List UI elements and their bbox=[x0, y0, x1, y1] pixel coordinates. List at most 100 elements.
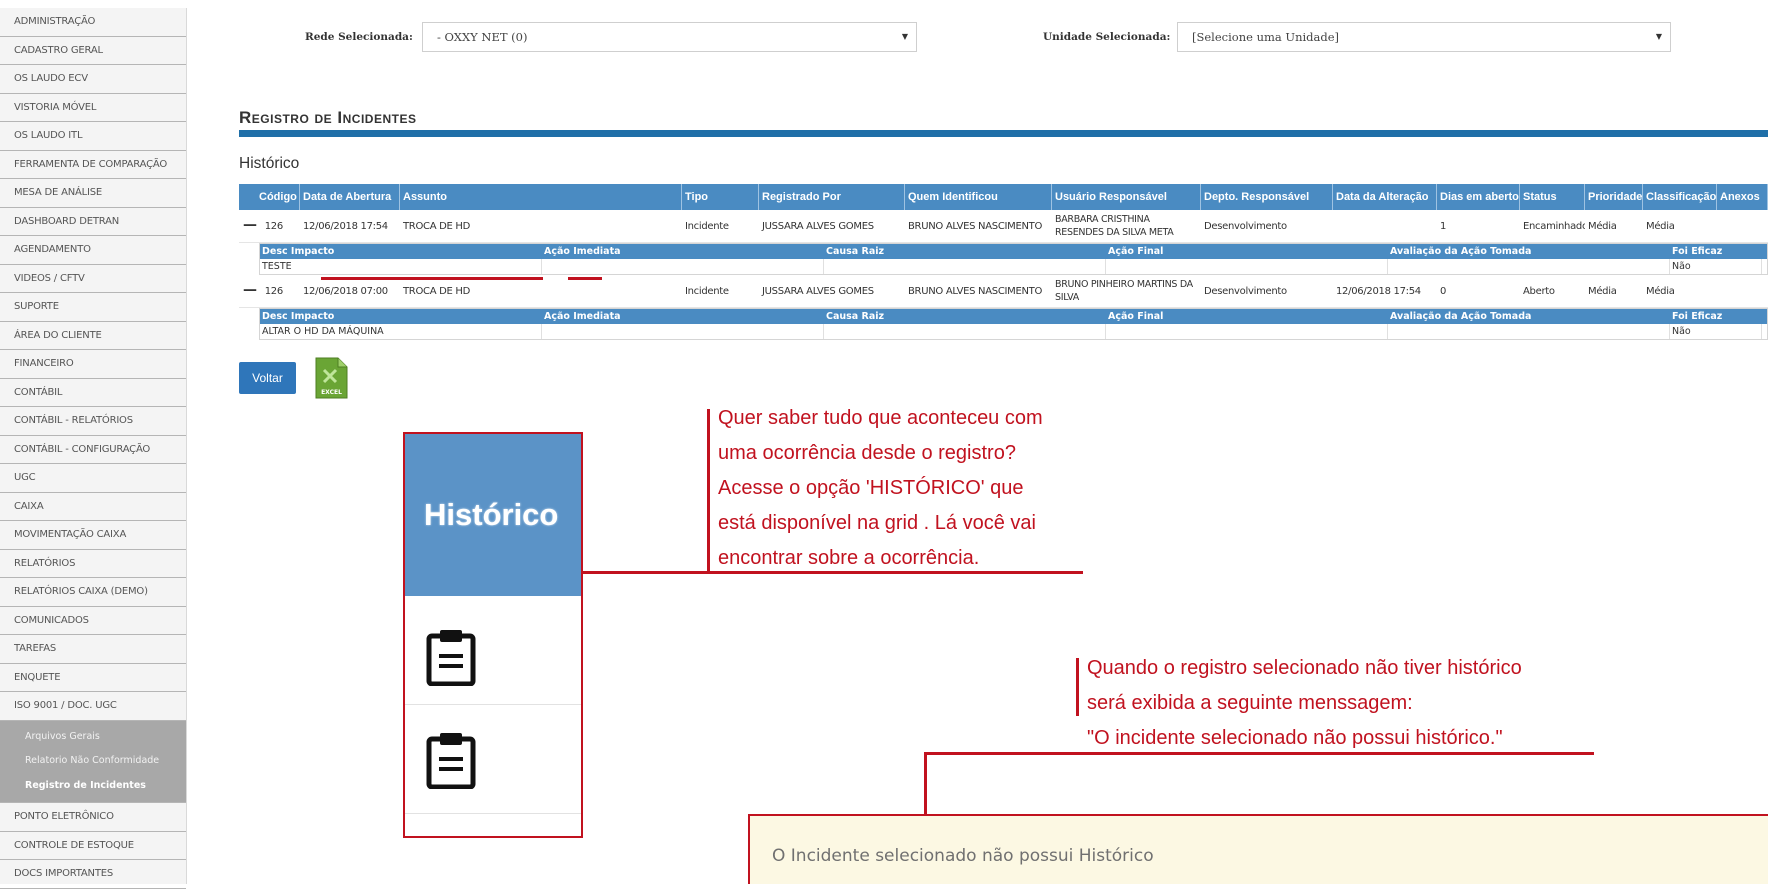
callout-text-historico: Quer saber tudo que aconteceu com uma oco… bbox=[718, 401, 1043, 576]
cell-codigo: 126 bbox=[264, 286, 283, 297]
sidebar-item[interactable]: CONTROLE DE ESTOQUE bbox=[0, 832, 186, 860]
table-row[interactable]: — 126 12/06/2018 17:54 TROCA DE HD Incidente… bbox=[239, 210, 1768, 243]
sidebar-item[interactable]: ADMINISTRAÇÃO bbox=[0, 8, 186, 37]
sidebar-item[interactable]: ISO 9001 / DOC. UGC bbox=[0, 692, 186, 721]
sidebar-item[interactable]: COMUNICADOS bbox=[0, 607, 186, 635]
collapse-toggle-icon[interactable]: — bbox=[243, 284, 257, 298]
annotation-underline bbox=[321, 277, 543, 280]
sidebar-item[interactable]: UGC bbox=[0, 464, 186, 493]
detail-column-header: Desc Impacto bbox=[262, 311, 335, 322]
cell-data-abertura: 12/06/2018 07:00 bbox=[303, 285, 388, 297]
cell-prioridade: Média bbox=[1588, 220, 1617, 232]
callout-line: Quando o registro selecionado não tiver … bbox=[1087, 657, 1522, 679]
column-header[interactable]: Data de Abertura bbox=[300, 184, 400, 210]
cell-prioridade: Média bbox=[1588, 285, 1617, 297]
voltar-button[interactable]: Voltar bbox=[239, 362, 296, 394]
callout-line: será exibida a seguinte menssagem: bbox=[1087, 692, 1413, 714]
cell-depto: Desenvolvimento bbox=[1204, 285, 1287, 297]
cell-tipo: Incidente bbox=[685, 285, 729, 297]
cell-assunto: TROCA DE HD bbox=[403, 285, 471, 297]
sidebar-item[interactable]: FERRAMENTA DE COMPARAÇÃO bbox=[0, 151, 186, 179]
unidade-select[interactable]: [Selecione uma Unidade] ▼ bbox=[1177, 22, 1671, 52]
callout-line: está disponível na grid . Lá você vai bbox=[718, 512, 1036, 534]
detail-column-header: Foi Eficaz bbox=[1672, 311, 1723, 322]
sidebar-item[interactable]: CADASTRO GERAL bbox=[0, 37, 186, 65]
sidebar-item[interactable]: OS LAUDO ITL bbox=[0, 122, 186, 151]
sidebar-item[interactable]: DOCS IMPORTANTES bbox=[0, 860, 186, 889]
grid-header: Código Data de Abertura Assunto Tipo Registr… bbox=[239, 184, 1768, 210]
cell-tipo: Incidente bbox=[685, 220, 729, 232]
detail-cell-foi-eficaz: Não bbox=[1670, 259, 1762, 274]
sidebar-item[interactable]: ÁREA DO CLIENTE bbox=[0, 322, 186, 350]
sidebar-item[interactable]: FINANCEIRO bbox=[0, 350, 186, 379]
column-header[interactable]: Classificação bbox=[1643, 184, 1717, 210]
sidebar-item[interactable]: DASHBOARD DETRAN bbox=[0, 208, 186, 236]
column-header[interactable]: Anexos bbox=[1717, 184, 1768, 210]
sidebar-item[interactable]: SUPORTE bbox=[0, 293, 186, 322]
detail-subgrid-header: Desc Impacto Ação Imediata Causa Raiz Ação … bbox=[260, 309, 1767, 324]
cell-data-alteracao: 12/06/2018 17:54 bbox=[1336, 285, 1421, 297]
column-header[interactable]: Quem Identificou bbox=[905, 184, 1052, 210]
sidebar-item[interactable]: TAREFAS bbox=[0, 635, 186, 664]
sidebar-item[interactable]: MESA DE ANÁLISE bbox=[0, 179, 186, 208]
sidebar-item[interactable]: VIDEOS / CFTV bbox=[0, 265, 186, 293]
detail-cell-desc-impacto: TESTE bbox=[260, 259, 542, 274]
column-header[interactable]: Depto. Responsável bbox=[1201, 184, 1333, 210]
sidebar-subitem[interactable]: Arquivos Gerais bbox=[0, 725, 186, 750]
sidebar-subitem[interactable]: Relatorio Não Conformidade bbox=[0, 749, 186, 774]
detail-subgrid: Desc Impacto Ação Imediata Causa Raiz Ação … bbox=[259, 308, 1768, 340]
sidebar-item[interactable]: VISTORIA MÓVEL bbox=[0, 94, 186, 122]
chevron-down-icon: ▼ bbox=[901, 32, 908, 41]
cell-dias: 0 bbox=[1440, 285, 1447, 297]
column-header[interactable]: Prioridade bbox=[1585, 184, 1643, 210]
sidebar-item[interactable]: PONTO ELETRÔNICO bbox=[0, 803, 186, 832]
collapse-toggle-icon[interactable]: — bbox=[243, 219, 257, 233]
excel-export-icon[interactable]: EXCEL bbox=[314, 356, 349, 400]
callout-connector bbox=[1076, 658, 1079, 716]
cell-depto: Desenvolvimento bbox=[1204, 220, 1287, 232]
sidebar-item[interactable]: CONTÁBIL - CONFIGURAÇÃO bbox=[0, 436, 186, 464]
sidebar-submenu: Arquivos Gerais Relatorio Não Conformidad… bbox=[0, 720, 186, 803]
sidebar-item[interactable]: CAIXA bbox=[0, 493, 186, 521]
section-title: Histórico bbox=[239, 155, 300, 172]
column-header[interactable]: Código bbox=[239, 184, 300, 210]
column-header[interactable]: Tipo bbox=[682, 184, 759, 210]
cell-codigo: 126 bbox=[264, 221, 283, 232]
cell-quem-identificou: BRUNO ALVES NASCIMENTO bbox=[908, 285, 1043, 297]
rede-select[interactable]: - OXXY NET (0) ▼ bbox=[422, 22, 917, 52]
sidebar-item[interactable]: RELATÓRIOS bbox=[0, 550, 186, 578]
clipboard-icon[interactable] bbox=[425, 731, 477, 794]
sidebar-item[interactable]: AGENDAMENTO bbox=[0, 236, 186, 265]
sidebar-item[interactable]: MOVIMENTAÇÃO CAIXA bbox=[0, 521, 186, 550]
callout-connector bbox=[707, 409, 710, 573]
column-header[interactable]: Usuário Responsável bbox=[1052, 184, 1201, 210]
detail-column-header: Causa Raiz bbox=[826, 311, 885, 322]
detail-column-header: Desc Impacto bbox=[262, 246, 335, 257]
clipboard-icon[interactable] bbox=[425, 628, 477, 691]
column-header[interactable]: Dias em aberto bbox=[1437, 184, 1520, 210]
column-header[interactable]: Registrado Por bbox=[759, 184, 905, 210]
sidebar-item[interactable]: ENQUETE bbox=[0, 664, 186, 692]
sidebar-item[interactable]: RELATÓRIOS CAIXA (DEMO) bbox=[0, 578, 186, 607]
column-header[interactable]: Data da Alteração bbox=[1333, 184, 1437, 210]
detail-cell-foi-eficaz: Não bbox=[1670, 324, 1762, 339]
cell-status: Aberto bbox=[1523, 285, 1555, 297]
detail-column-header: Ação Final bbox=[1108, 311, 1164, 322]
column-header[interactable]: Assunto bbox=[400, 184, 682, 210]
historico-zoom-header: Histórico bbox=[405, 434, 581, 596]
sidebar-item[interactable]: CONTÁBIL bbox=[0, 379, 186, 407]
column-header[interactable]: Status bbox=[1520, 184, 1585, 210]
no-history-alert: O Incidente selecionado não possui Histó… bbox=[748, 814, 1768, 884]
callout-line: Quer saber tudo que aconteceu com bbox=[718, 407, 1043, 429]
sidebar-item[interactable]: OS LAUDO ECV bbox=[0, 65, 186, 94]
sidebar-subitem[interactable]: Registro de Incidentes bbox=[0, 774, 186, 799]
detail-cell-acao-imediata bbox=[542, 259, 824, 274]
sidebar-item[interactable]: CONTÁBIL - RELATÓRIOS bbox=[0, 407, 186, 436]
detail-column-header: Avaliação da Ação Tomada bbox=[1390, 246, 1532, 257]
svg-text:EXCEL: EXCEL bbox=[321, 389, 342, 396]
sidebar-menu: ADMINISTRAÇÃO CADASTRO GERAL OS LAUDO ECV V… bbox=[0, 8, 187, 889]
historico-zoom-callout: Histórico bbox=[403, 432, 583, 838]
detail-cell-causa-raiz bbox=[824, 259, 1106, 274]
cell-registrado-por: JUSSARA ALVES GOMES bbox=[762, 220, 874, 232]
callout-connector bbox=[924, 752, 927, 814]
